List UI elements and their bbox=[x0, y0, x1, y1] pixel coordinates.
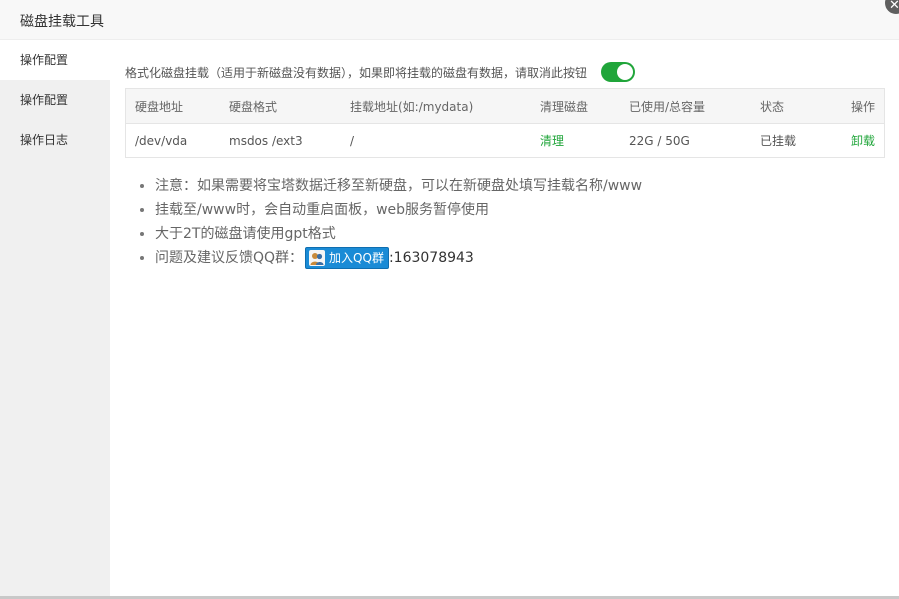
sidebar-item-label: 操作日志 bbox=[20, 133, 69, 147]
col-disk-format: 硬盘格式 bbox=[220, 88, 341, 124]
format-hint: 格式化磁盘挂载（适用于新磁盘没有数据），如果即将挂载的磁盘有数据，请取消此按钮 bbox=[125, 65, 588, 80]
sidebar: 操作配置 操作配置 操作日志 bbox=[0, 40, 110, 599]
cell-mount-path: / bbox=[350, 133, 355, 148]
sidebar-item-label: 操作配置 bbox=[20, 93, 69, 107]
qq-button-label: 加入QQ群 bbox=[329, 251, 384, 265]
qq-group-number: :163078943 bbox=[388, 250, 474, 266]
notes-list: 注意：如果需要将宝塔数据迁移至新硬盘，可以在新硬盘处填写挂载名称/www 挂载至… bbox=[125, 174, 642, 270]
cell-status: 已挂载 bbox=[760, 134, 797, 148]
sidebar-item-label: 操作配置 bbox=[20, 53, 69, 67]
col-usage: 已使用/总容量 bbox=[620, 88, 751, 124]
list-item: 注意：如果需要将宝塔数据迁移至新硬盘，可以在新硬盘处填写挂载名称/www bbox=[155, 174, 642, 198]
cell-clean: 清理 bbox=[531, 124, 620, 158]
table-row: /dev/vda msdos /ext3 / 清理 22G / 50G 已挂载 … bbox=[126, 124, 885, 158]
disk-table: 硬盘地址 硬盘格式 挂载地址(如:/mydata) 清理磁盘 已使用/总容量 状… bbox=[125, 88, 885, 158]
join-qq-group-button[interactable]: 加入QQ群 bbox=[305, 247, 389, 269]
unmount-link[interactable]: 卸载 bbox=[851, 134, 875, 148]
main-content: 格式化磁盘挂载（适用于新磁盘没有数据），如果即将挂载的磁盘有数据，请取消此按钮 … bbox=[110, 40, 899, 599]
format-toggle[interactable] bbox=[601, 62, 636, 82]
format-option-row: 格式化磁盘挂载（适用于新磁盘没有数据），如果即将挂载的磁盘有数据，请取消此按钮 bbox=[125, 61, 636, 83]
qq-group-icon bbox=[309, 250, 326, 266]
toggle-knob bbox=[617, 64, 634, 80]
sidebar-item-config[interactable]: 操作配置 bbox=[0, 40, 110, 80]
cell-action: 卸载 bbox=[840, 124, 885, 158]
dialog-titlebar: 磁盘挂载工具 bbox=[0, 0, 899, 40]
list-item: 大于2T的磁盘请使用gpt格式 bbox=[155, 222, 642, 246]
clean-link[interactable]: 清理 bbox=[540, 134, 564, 148]
feedback-prefix: 问题及建议反馈QQ群： bbox=[155, 250, 304, 266]
col-status: 状态 bbox=[751, 88, 840, 124]
table-header-row: 硬盘地址 硬盘格式 挂载地址(如:/mydata) 清理磁盘 已使用/总容量 状… bbox=[125, 88, 885, 124]
col-action: 操作 bbox=[840, 88, 885, 124]
col-clean-disk: 清理磁盘 bbox=[531, 88, 620, 124]
dialog-title: 磁盘挂载工具 bbox=[20, 14, 104, 30]
col-disk-address: 硬盘地址 bbox=[125, 88, 220, 124]
list-item: 挂载至/www时，会自动重启面板，web服务暂停使用 bbox=[155, 198, 642, 222]
sidebar-item-config-2[interactable]: 操作配置 bbox=[0, 80, 110, 120]
disk-mount-dialog: 磁盘挂载工具 ✕ 操作配置 操作配置 操作日志 格式化磁盘挂载（适用于新磁盘没有… bbox=[0, 0, 899, 599]
col-mount-path: 挂载地址(如:/mydata) bbox=[341, 88, 531, 124]
cell-disk-address: /dev/vda bbox=[135, 133, 188, 148]
sidebar-item-log[interactable]: 操作日志 bbox=[0, 120, 110, 160]
feedback-item: 问题及建议反馈QQ群： 加入QQ群 :163078943 bbox=[155, 246, 642, 270]
cell-disk-format: msdos /ext3 bbox=[229, 133, 303, 148]
cell-usage: 22G / 50G bbox=[629, 133, 690, 148]
